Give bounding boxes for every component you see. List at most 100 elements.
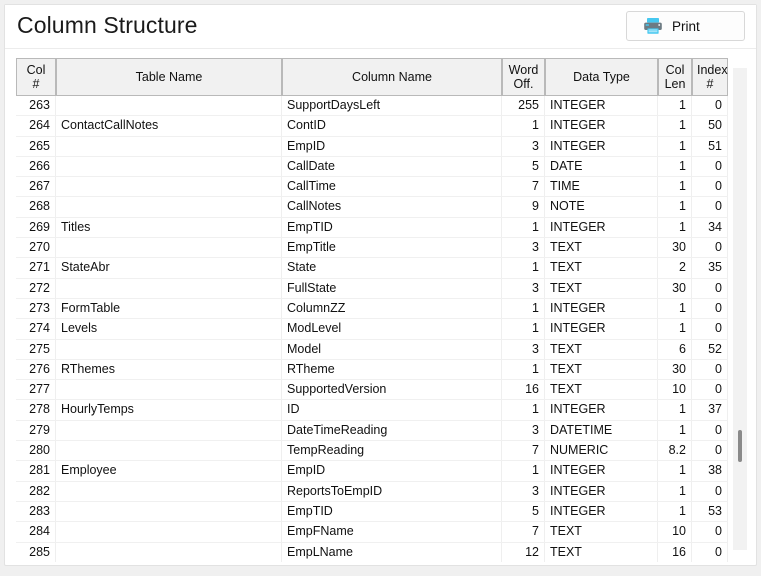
cell-index-num: 35 bbox=[692, 258, 728, 279]
cell-index-num: 0 bbox=[692, 522, 728, 543]
cell-table-name bbox=[56, 136, 282, 157]
header-line-1: Data Type bbox=[573, 70, 630, 84]
cell-column-name: CallTime bbox=[282, 177, 502, 198]
cell-col-len: 1 bbox=[658, 481, 692, 502]
column-header-data-type[interactable]: Data Type bbox=[545, 58, 658, 96]
column-header-col-num[interactable]: Col # bbox=[16, 58, 56, 96]
table-row[interactable]: 269 Titles EmpTID 1 INTEGER 1 34 bbox=[16, 217, 728, 239]
header-line-2: Len bbox=[664, 77, 686, 91]
cell-column-name: ReportsToEmpID bbox=[282, 481, 502, 502]
cell-data-type: TEXT bbox=[545, 258, 658, 279]
cell-col-len: 30 bbox=[658, 238, 692, 259]
table-row[interactable]: 283 EmpTID 5 INTEGER 1 53 bbox=[16, 501, 728, 523]
table-row[interactable]: 276 RThemes RTheme 1 TEXT 30 0 bbox=[16, 359, 728, 381]
table-row[interactable]: 270 EmpTitle 3 TEXT 30 0 bbox=[16, 238, 728, 259]
table-row[interactable]: 266 CallDate 5 DATE 1 0 bbox=[16, 156, 728, 178]
scrollbar-thumb[interactable] bbox=[738, 430, 742, 462]
vertical-scrollbar[interactable] bbox=[733, 68, 747, 550]
column-structure-grid[interactable]: Col # Table Name Column Name Word Off. D… bbox=[16, 58, 745, 562]
cell-column-name: ModLevel bbox=[282, 319, 502, 340]
cell-data-type: TEXT bbox=[545, 522, 658, 543]
column-header-word-off[interactable]: Word Off. bbox=[502, 58, 545, 96]
cell-data-type: TEXT bbox=[545, 359, 658, 381]
table-row[interactable]: 285 EmpLName 12 TEXT 16 0 bbox=[16, 542, 728, 562]
cell-word-off: 1 bbox=[502, 319, 545, 340]
cell-data-type: INTEGER bbox=[545, 136, 658, 157]
cell-col-num: 274 bbox=[16, 319, 56, 340]
cell-data-type: INTEGER bbox=[545, 217, 658, 239]
print-button[interactable]: Print bbox=[626, 11, 745, 41]
page-title: Column Structure bbox=[17, 12, 198, 38]
table-row[interactable]: 277 SupportedVersion 16 TEXT 10 0 bbox=[16, 380, 728, 401]
table-row[interactable]: 265 EmpID 3 INTEGER 1 51 bbox=[16, 136, 728, 157]
cell-table-name: Employee bbox=[56, 461, 282, 482]
cell-index-num: 53 bbox=[692, 501, 728, 523]
cell-word-off: 255 bbox=[502, 96, 545, 117]
table-row[interactable]: 274 Levels ModLevel 1 INTEGER 1 0 bbox=[16, 319, 728, 340]
table-row[interactable]: 263 SupportDaysLeft 255 INTEGER 1 0 bbox=[16, 96, 728, 117]
header-line-2: # bbox=[32, 77, 40, 91]
cell-col-len: 1 bbox=[658, 461, 692, 482]
column-header-col-len[interactable]: Col Len bbox=[658, 58, 692, 96]
print-button-label: Print bbox=[672, 18, 700, 34]
cell-column-name: EmpFName bbox=[282, 522, 502, 543]
cell-index-num: 0 bbox=[692, 278, 728, 299]
cell-word-off: 1 bbox=[502, 258, 545, 279]
cell-index-num: 0 bbox=[692, 542, 728, 562]
cell-word-off: 1 bbox=[502, 359, 545, 381]
column-header-table-name[interactable]: Table Name bbox=[56, 58, 282, 96]
cell-column-name: TempReading bbox=[282, 441, 502, 462]
cell-word-off: 3 bbox=[502, 339, 545, 360]
table-row[interactable]: 267 CallTime 7 TIME 1 0 bbox=[16, 177, 728, 198]
cell-column-name: FullState bbox=[282, 278, 502, 299]
cell-column-name: ID bbox=[282, 400, 502, 421]
cell-col-len: 1 bbox=[658, 136, 692, 157]
cell-index-num: 37 bbox=[692, 400, 728, 421]
cell-column-name: EmpID bbox=[282, 136, 502, 157]
table-row[interactable]: 268 CallNotes 9 NOTE 1 0 bbox=[16, 197, 728, 218]
table-row[interactable]: 280 TempReading 7 NUMERIC 8.2 0 bbox=[16, 441, 728, 462]
data-table: Col # Table Name Column Name Word Off. D… bbox=[16, 58, 728, 562]
cell-col-num: 277 bbox=[16, 380, 56, 401]
printer-icon bbox=[643, 17, 663, 35]
header-line-1: Table Name bbox=[135, 70, 203, 84]
cell-col-num: 280 bbox=[16, 441, 56, 462]
cell-data-type: DATETIME bbox=[545, 420, 658, 442]
cell-word-off: 1 bbox=[502, 116, 545, 137]
table-body: 263 SupportDaysLeft 255 INTEGER 1 0 264 Contact… bbox=[16, 96, 728, 562]
cell-index-num: 0 bbox=[692, 197, 728, 218]
cell-index-num: 0 bbox=[692, 319, 728, 340]
cell-column-name: State bbox=[282, 258, 502, 279]
cell-col-num: 281 bbox=[16, 461, 56, 482]
table-row[interactable]: 264 ContactCallNotes ContID 1 INTEGER 1 50 bbox=[16, 116, 728, 137]
cell-table-name bbox=[56, 278, 282, 299]
table-row[interactable]: 282 ReportsToEmpID 3 INTEGER 1 0 bbox=[16, 481, 728, 502]
cell-table-name bbox=[56, 156, 282, 178]
table-row[interactable]: 271 StateAbr State 1 TEXT 2 35 bbox=[16, 258, 728, 279]
cell-col-num: 272 bbox=[16, 278, 56, 299]
cell-column-name: CallDate bbox=[282, 156, 502, 178]
table-row[interactable]: 275 Model 3 TEXT 6 52 bbox=[16, 339, 728, 360]
table-row[interactable]: 279 DateTimeReading 3 DATETIME 1 0 bbox=[16, 420, 728, 442]
cell-index-num: 0 bbox=[692, 96, 728, 117]
table-row[interactable]: 281 Employee EmpID 1 INTEGER 1 38 bbox=[16, 461, 728, 482]
cell-column-name: RTheme bbox=[282, 359, 502, 381]
cell-index-num: 0 bbox=[692, 238, 728, 259]
cell-column-name: SupportDaysLeft bbox=[282, 96, 502, 117]
column-header-index-num[interactable]: Index # bbox=[692, 58, 728, 96]
cell-table-name bbox=[56, 441, 282, 462]
column-header-column-name[interactable]: Column Name bbox=[282, 58, 502, 96]
cell-index-num: 51 bbox=[692, 136, 728, 157]
cell-col-len: 2 bbox=[658, 258, 692, 279]
table-row[interactable]: 278 HourlyTemps ID 1 INTEGER 1 37 bbox=[16, 400, 728, 421]
cell-col-len: 30 bbox=[658, 359, 692, 381]
cell-col-len: 1 bbox=[658, 96, 692, 117]
table-row[interactable]: 272 FullState 3 TEXT 30 0 bbox=[16, 278, 728, 299]
header-line-2: Off. bbox=[513, 77, 534, 91]
cell-word-off: 3 bbox=[502, 420, 545, 442]
table-row[interactable]: 273 FormTable ColumnZZ 1 INTEGER 1 0 bbox=[16, 298, 728, 320]
table-row[interactable]: 284 EmpFName 7 TEXT 10 0 bbox=[16, 522, 728, 543]
cell-index-num: 0 bbox=[692, 441, 728, 462]
window-titlebar: Column Structure Print bbox=[5, 5, 756, 49]
cell-word-off: 9 bbox=[502, 197, 545, 218]
